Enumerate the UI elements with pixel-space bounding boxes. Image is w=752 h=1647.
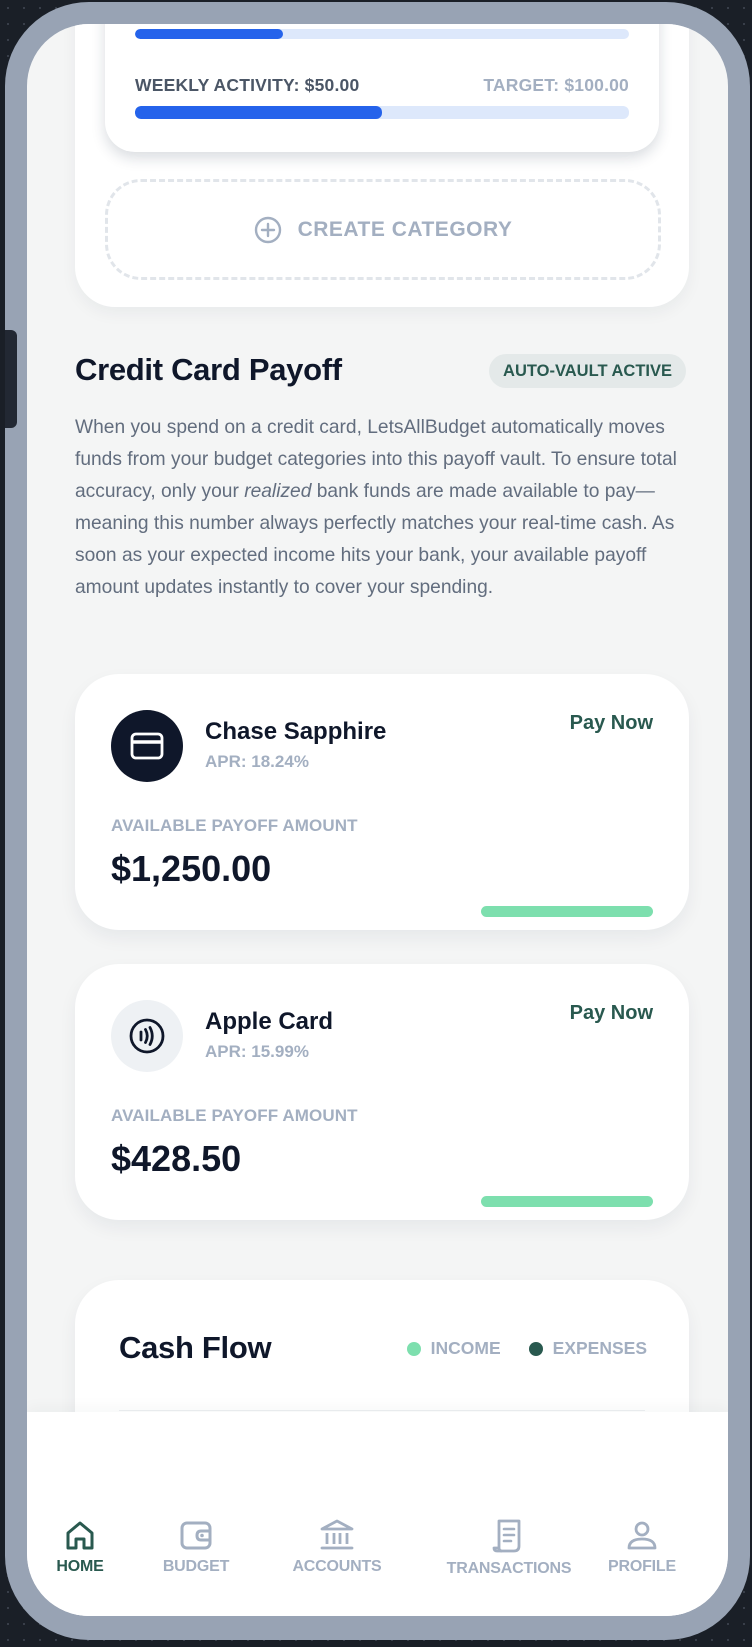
card-apr: APR: 18.24%: [205, 752, 309, 771]
phone-frame: WEEKLY ACTIVITY: $50.00 TARGET: $100.00 …: [5, 2, 750, 1640]
credit-card-icon: [130, 732, 164, 760]
user-icon: [627, 1521, 657, 1550]
nav-profile-label: PROFILE: [608, 1558, 676, 1575]
description-emphasis: realized: [244, 481, 312, 502]
payoff-progress-bar: [481, 1196, 653, 1207]
weekly-progress-fill: [135, 106, 382, 119]
payoff-amount: $1,250.00: [111, 848, 272, 889]
pay-now-button[interactable]: Pay Now: [570, 712, 653, 735]
pay-now-button[interactable]: Pay Now: [570, 1002, 653, 1025]
nav-accounts[interactable]: ACCOUNTS: [262, 1518, 412, 1576]
payoff-amount: $428.50: [111, 1138, 242, 1179]
contactless-icon: [129, 1018, 165, 1054]
card-icon-wrap: [111, 710, 183, 782]
section-title: Credit Card Payoff: [75, 352, 342, 387]
nav-budget[interactable]: BUDGET: [121, 1518, 271, 1576]
budget-categories-card: WEEKLY ACTIVITY: $50.00 TARGET: $100.00 …: [75, 24, 689, 307]
credit-card-chase-sapphire[interactable]: Chase Sapphire APR: 18.24% Pay Now AVAIL…: [75, 674, 689, 930]
plus-circle-icon: [254, 216, 281, 243]
create-category-label: CREATE CATEGORY: [297, 217, 513, 241]
nav-accounts-label: ACCOUNTS: [292, 1558, 382, 1575]
cash-flow-title: Cash Flow: [119, 1330, 272, 1365]
chart-legend: INCOME EXPENSES: [406, 1338, 647, 1359]
app-screen: WEEKLY ACTIVITY: $50.00 TARGET: $100.00 …: [27, 24, 728, 1616]
wallet-icon: [180, 1521, 212, 1550]
available-payoff-label: AVAILABLE PAYOFF AMOUNT: [111, 1106, 358, 1125]
weekly-progress-bar: [135, 106, 629, 119]
expenses-legend-dot: [528, 1341, 543, 1356]
receipt-icon: [492, 1519, 521, 1553]
income-legend-label: INCOME: [430, 1338, 501, 1358]
expenses-legend-label: EXPENSES: [552, 1338, 647, 1358]
bottom-nav: [27, 1412, 728, 1616]
previous-progress-bar: [135, 29, 629, 39]
card-apr: APR: 15.99%: [205, 1042, 309, 1061]
card-icon-wrap: [111, 1000, 183, 1072]
income-legend-dot: [406, 1341, 421, 1356]
credit-card-apple-card[interactable]: Apple Card APR: 15.99% Pay Now AVAILABLE…: [75, 964, 689, 1220]
weekly-activity-label: WEEKLY ACTIVITY: $50.00: [135, 75, 360, 95]
payoff-progress-bar: [481, 906, 653, 917]
available-payoff-label: AVAILABLE PAYOFF AMOUNT: [111, 816, 358, 835]
previous-progress-fill: [135, 29, 284, 39]
home-icon: [66, 1521, 94, 1550]
nav-profile[interactable]: PROFILE: [572, 1518, 712, 1576]
category-item[interactable]: WEEKLY ACTIVITY: $50.00 TARGET: $100.00: [105, 24, 659, 152]
card-name: Chase Sapphire: [205, 718, 387, 745]
nav-budget-label: BUDGET: [162, 1558, 230, 1575]
bank-icon: [320, 1519, 354, 1550]
create-category-button[interactable]: CREATE CATEGORY: [105, 179, 661, 280]
card-name: Apple Card: [205, 1008, 334, 1035]
target-label: TARGET: $100.00: [483, 75, 629, 95]
status-badge: AUTO-VAULT ACTIVE: [489, 354, 686, 388]
side-button: [5, 330, 17, 428]
payoff-description: When you spend on a credit card, LetsAll…: [75, 412, 681, 604]
